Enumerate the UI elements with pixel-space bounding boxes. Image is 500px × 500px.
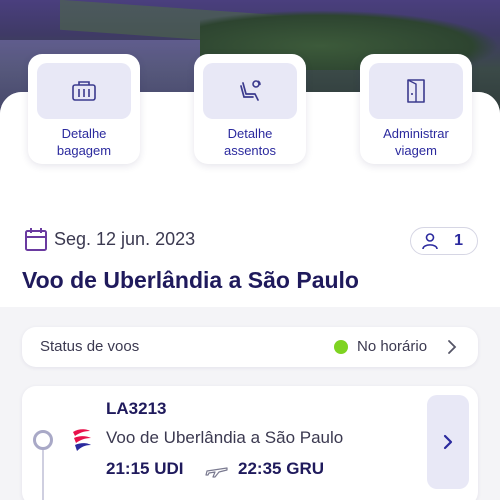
label-line-1: Detalhe [61, 126, 107, 141]
flight-status-row[interactable]: Status de voos No horário [22, 327, 478, 367]
manage-trip-label: Administrar viagem [360, 125, 472, 159]
label-line-1: Administrar [383, 126, 449, 141]
luggage-detail-label: Detalhe bagagem [28, 125, 140, 159]
flight-code: LA3213 [106, 399, 167, 418]
manage-trip-icon [407, 79, 425, 103]
manage-trip-button[interactable]: Administrar viagem [360, 54, 472, 164]
seat-icon [240, 80, 261, 101]
flight-status-value: No horário [357, 338, 428, 355]
trip-date: Seg. 12 jun. 2023 [54, 229, 196, 249]
passenger-count-badge[interactable]: 1 [410, 227, 478, 255]
seat-detail-button[interactable]: Detalhe assentos [194, 54, 306, 164]
person-icon [422, 233, 438, 250]
chevron-right-icon [443, 434, 453, 450]
passenger-count: 1 [454, 232, 463, 249]
status-indicator [334, 340, 348, 354]
label-line-2: bagagem [56, 143, 112, 158]
flight-route: Voo de Uberlândia a São Paulo [106, 428, 344, 447]
seat-detail-label: Detalhe assentos [194, 125, 306, 159]
manage-trip-icon-box [369, 63, 463, 119]
flight-card[interactable]: LA3213 Voo de Uberlândia a São Paulo 21:… [22, 386, 478, 500]
timeline-track [42, 442, 44, 500]
luggage-detail-button[interactable]: Detalhe bagagem [28, 54, 140, 164]
luggage-icon-box [37, 63, 131, 119]
chevron-right-icon [448, 340, 457, 354]
arrival: 22:35 GRU [238, 459, 324, 479]
calendar-icon [25, 228, 47, 251]
departure-time: 21:15 [106, 459, 150, 478]
airplane-icon [205, 467, 228, 478]
label-line-2: assentos [223, 143, 277, 158]
seat-icon-box [203, 63, 297, 119]
label-line-2: viagem [395, 143, 437, 158]
departure: 21:15 UDI [106, 459, 184, 479]
arrival-time: 22:35 [238, 459, 282, 478]
trip-title: Voo de Uberlândia a São Paulo [22, 267, 359, 293]
airline-logo-icon [73, 429, 91, 451]
departure-airport: UDI [154, 459, 184, 478]
flight-status-label: Status de voos [40, 338, 140, 355]
arrival-airport: GRU [286, 459, 324, 478]
luggage-icon [72, 81, 96, 101]
flight-detail-button[interactable] [427, 395, 469, 489]
timeline-node [33, 430, 53, 450]
label-line-1: Detalhe [227, 126, 273, 141]
